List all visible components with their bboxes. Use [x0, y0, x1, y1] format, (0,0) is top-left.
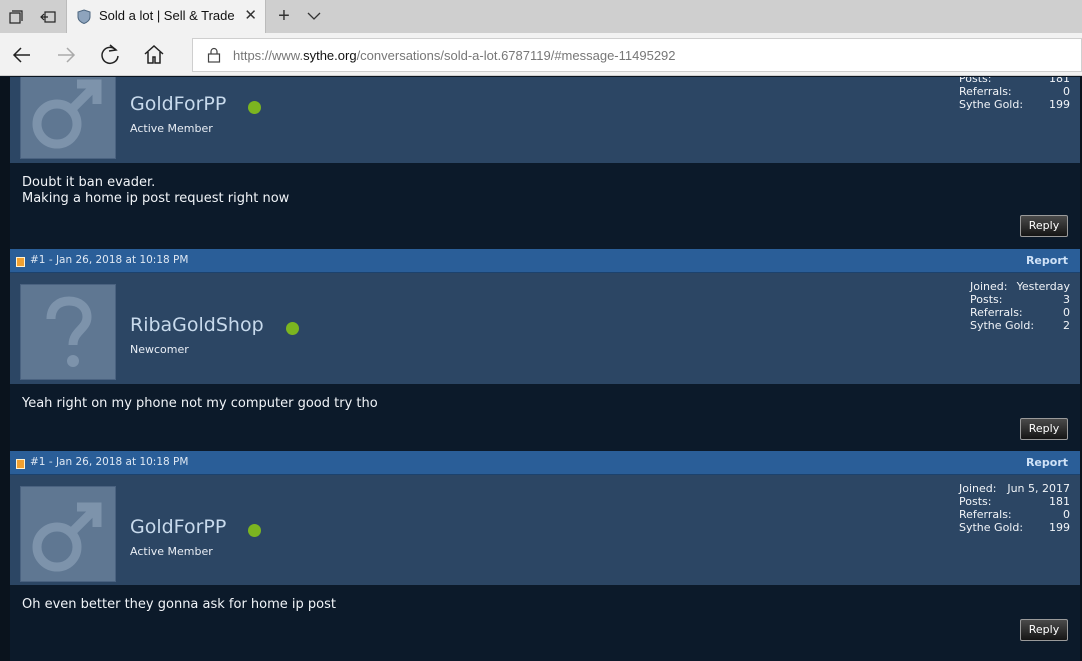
post-body: Yeah right on my phone not my computer g… [10, 384, 1080, 451]
post-body: Oh even better they gonna ask for home i… [10, 585, 1080, 661]
username[interactable]: GoldForPP [130, 516, 226, 538]
url-path: /conversations/sold-a-lot.6787119/#messa… [356, 48, 676, 63]
post-user-bar: RibaGoldShop Newcomer Joined: Yesterday P… [10, 273, 1080, 384]
male-symbol-icon [32, 79, 102, 149]
username[interactable]: RibaGoldShop [130, 314, 264, 336]
post-message: Yeah right on my phone not my computer g… [22, 396, 378, 411]
online-indicator [248, 524, 261, 537]
user-stats: Posts: 181 Referrals: 0 Sythe Gold: 199 [959, 77, 1070, 111]
male-symbol-icon [32, 502, 102, 572]
reply-button[interactable]: Reply [1020, 215, 1068, 237]
address-bar[interactable]: https://www.sythe.org/conversations/sold… [192, 38, 1082, 72]
user-stats: Joined: Jun 5, 2017 Posts: 181 Referrals: 0… [959, 482, 1070, 534]
stat-sythe-gold: Sythe Gold: 2 [970, 319, 1070, 332]
stat-sythe-gold: Sythe Gold: 199 [959, 98, 1070, 111]
post-body: Doubt it ban evader. Making a home ip po… [10, 163, 1080, 249]
browser-tab-strip: Sold a lot | Sell & Trade ✕ + [0, 0, 1082, 33]
browser-nav-bar: https://www.sythe.org/conversations/sold… [0, 33, 1082, 76]
active-tab[interactable]: Sold a lot | Sell & Trade ✕ [66, 0, 266, 33]
refresh-icon[interactable] [96, 41, 124, 69]
forum-post: #1 - Jan 26, 2018 at 10:18 PM Report Gol… [10, 451, 1080, 661]
report-link[interactable]: Report [1026, 254, 1068, 267]
stat-posts: Posts: 181 [959, 77, 1070, 85]
post-header: #1 - Jan 26, 2018 at 10:18 PM Report [10, 451, 1080, 475]
forward-arrow-icon[interactable] [52, 41, 80, 69]
stat-posts: Posts: 181 [959, 495, 1070, 508]
user-stats: Joined: Yesterday Posts: 3 Referrals: 0 Syt… [970, 280, 1070, 332]
post-user-bar: GoldForPP Active Member Joined: Jun 5, 20… [10, 475, 1080, 585]
forum-post: #1 - Jan 26, 2018 at 10:18 PM Report Rib… [10, 249, 1080, 451]
close-icon[interactable]: ✕ [244, 6, 257, 24]
forum-post: GoldForPP Active Member Posts: 181 Referr… [10, 77, 1080, 249]
post-header: #1 - Jan 26, 2018 at 10:18 PM Report [10, 249, 1080, 273]
online-indicator [248, 101, 261, 114]
stat-sythe-gold: Sythe Gold: 199 [959, 521, 1070, 534]
tab-title: Sold a lot | Sell & Trade [99, 8, 235, 23]
tab-actions-icon[interactable] [0, 0, 32, 33]
user-rank: Newcomer [130, 343, 189, 356]
post-message: Doubt it ban evader. Making a home ip po… [22, 175, 290, 206]
stat-referrals: Referrals: 0 [970, 306, 1070, 319]
username[interactable]: GoldForPP [130, 93, 226, 115]
avatar[interactable] [20, 77, 116, 159]
question-mark-icon [46, 296, 92, 367]
avatar[interactable] [20, 486, 116, 582]
forum-thread: GoldForPP Active Member Posts: 181 Referr… [0, 77, 1082, 661]
post-icon [16, 459, 25, 469]
stat-joined: Joined: Jun 5, 2017 [959, 482, 1070, 495]
reply-button[interactable]: Reply [1020, 619, 1068, 641]
reply-button[interactable]: Reply [1020, 418, 1068, 440]
post-user-bar: GoldForPP Active Member Posts: 181 Referr… [10, 77, 1080, 163]
report-link[interactable]: Report [1026, 456, 1068, 469]
stat-posts: Posts: 3 [970, 293, 1070, 306]
avatar[interactable] [20, 284, 116, 380]
stat-referrals: Referrals: 0 [959, 85, 1070, 98]
url-prefix: https://www. [233, 48, 304, 63]
stat-referrals: Referrals: 0 [959, 508, 1070, 521]
post-message: Oh even better they gonna ask for home i… [22, 597, 336, 612]
post-icon [16, 257, 25, 267]
new-tab-icon[interactable]: + [272, 2, 296, 32]
user-rank: Active Member [130, 545, 213, 558]
set-aside-tabs-icon[interactable] [32, 0, 64, 33]
home-icon[interactable] [140, 41, 168, 69]
post-meta[interactable]: #1 - Jan 26, 2018 at 10:18 PM [30, 456, 188, 468]
chevron-down-icon[interactable] [304, 6, 324, 26]
url-text: https://www.sythe.org/conversations/sold… [233, 48, 676, 63]
lock-icon [207, 47, 221, 63]
url-host: sythe.org [303, 48, 357, 63]
user-rank: Active Member [130, 122, 213, 135]
shield-favicon-icon [77, 9, 91, 24]
stat-joined: Joined: Yesterday [970, 280, 1070, 293]
back-arrow-icon[interactable] [8, 41, 36, 69]
post-meta[interactable]: #1 - Jan 26, 2018 at 10:18 PM [30, 254, 188, 266]
online-indicator [286, 322, 299, 335]
